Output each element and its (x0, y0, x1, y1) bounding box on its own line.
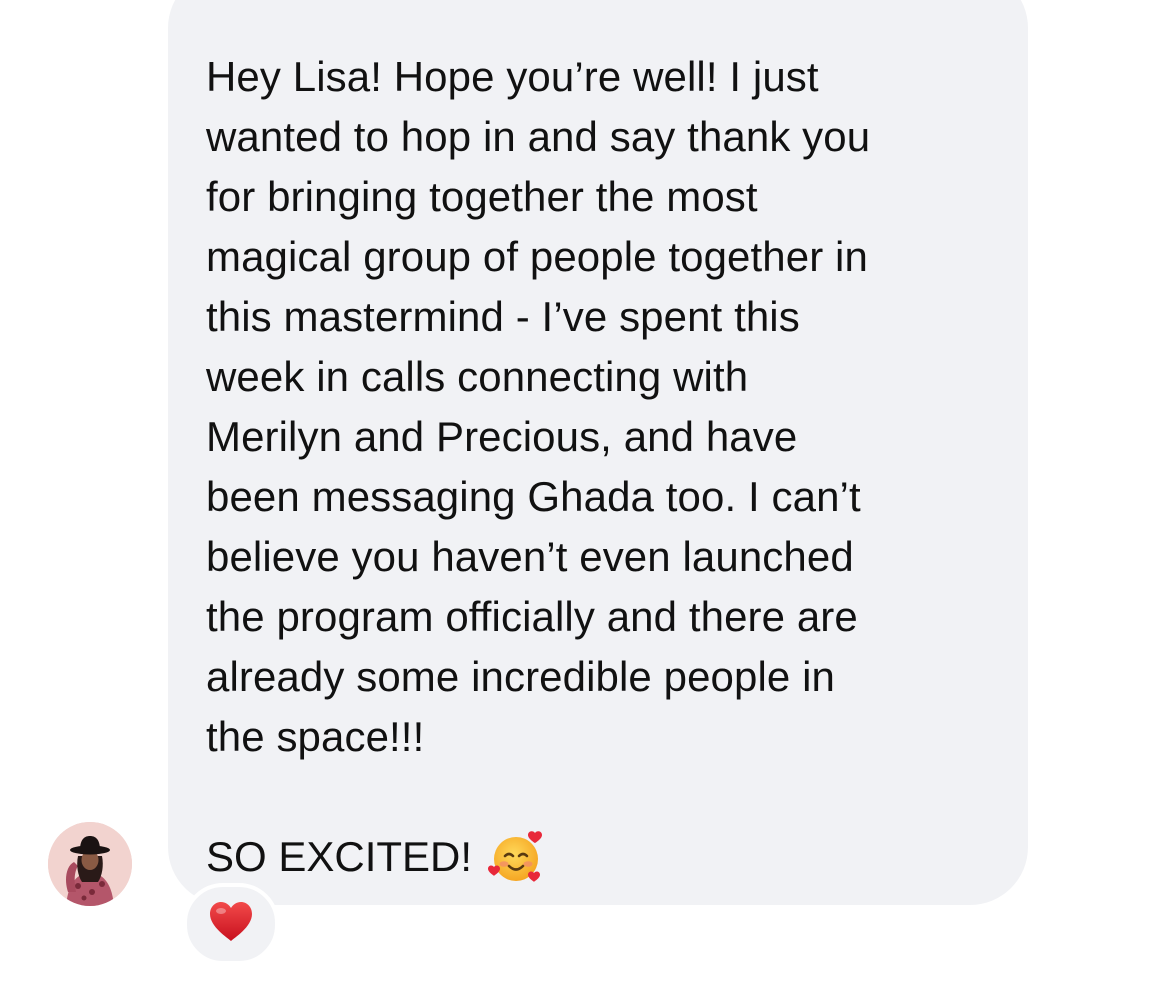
message-line: believe you haven’t even launched (206, 533, 854, 580)
message-line: this mastermind - I’ve spent this (206, 293, 800, 340)
avatar-photo (48, 822, 132, 906)
message-closing: SO EXCITED! (206, 827, 978, 887)
incoming-message-row: Hey Lisa! Hope you’re well! I just wante… (0, 0, 1170, 983)
closing-line: SO EXCITED! (206, 833, 473, 880)
message-line: magical group of people together in (206, 233, 868, 280)
message-line: for bringing together the most (206, 173, 758, 220)
message-line: Hey Lisa! Hope you’re well! I just (206, 53, 819, 100)
message-line: already some incredible people in (206, 653, 836, 700)
message-line: wanted to hop in and say thank you (206, 113, 871, 160)
smiling-face-with-hearts-icon (486, 827, 546, 887)
message-bubble[interactable]: Hey Lisa! Hope you’re well! I just wante… (168, 0, 1028, 905)
message-thread: Hey Lisa! Hope you’re well! I just wante… (0, 0, 1170, 983)
reaction-badge[interactable] (183, 883, 279, 965)
message-line: Merilyn and Precious, and have (206, 413, 798, 460)
message-line: the program officially and there are (206, 593, 858, 640)
sender-avatar[interactable] (48, 822, 132, 906)
message-line: week in calls connecting with (206, 353, 749, 400)
message-body: Hey Lisa! Hope you’re well! I just wante… (206, 47, 978, 767)
message-line: the space!!! (206, 713, 425, 760)
red-heart-icon (208, 901, 254, 948)
message-line: been messaging Ghada too. I can’t (206, 473, 861, 520)
